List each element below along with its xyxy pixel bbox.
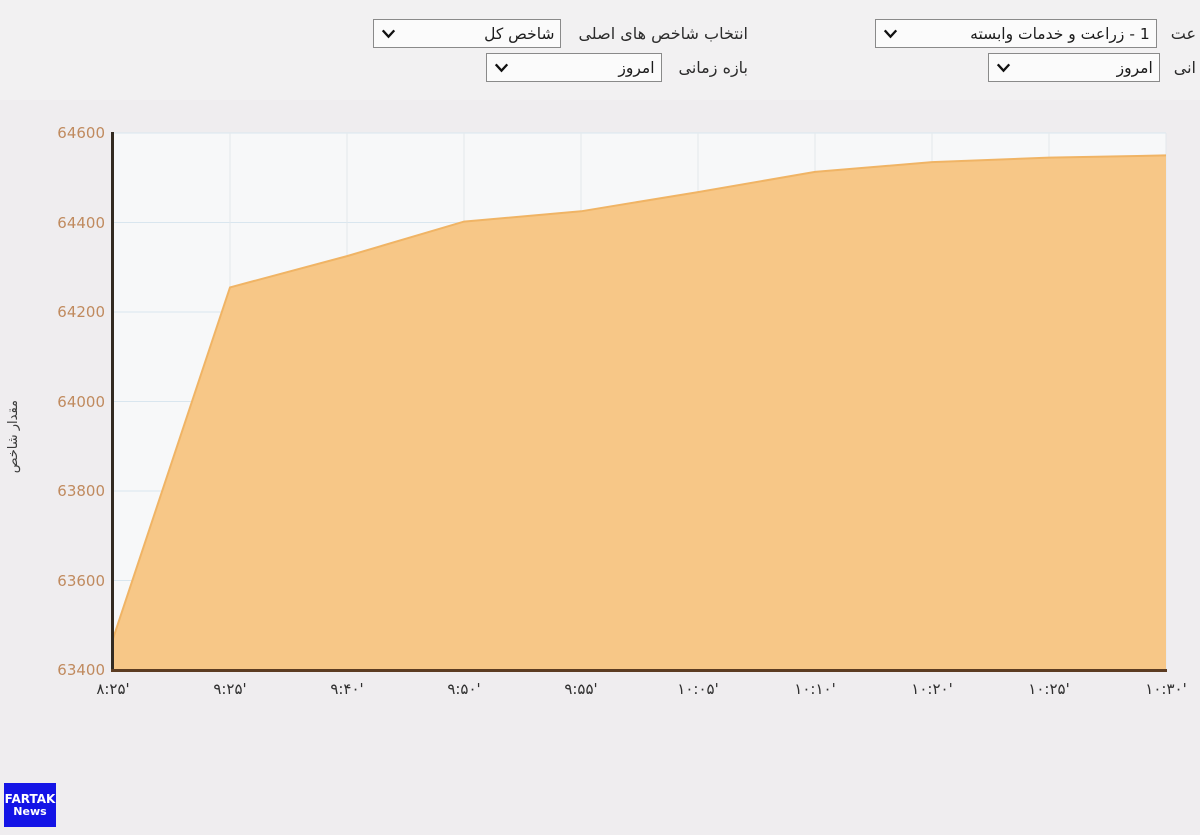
x-axis-line [111, 669, 1167, 672]
y-tick-label: 63600 [57, 571, 105, 590]
x-tick-label: '۱۰:۰۵ [677, 680, 719, 698]
x-axis-ticks: '۸:۲۵ '۹:۲۵ '۹:۴۰ '۹:۵۰ '۹:۵۵ '۱۰:۰۵ '۱۰:۱۰ '۱۰… [0, 680, 1200, 710]
main-index-select[interactable]: شاخص کل [373, 19, 562, 48]
industry-select[interactable]: 1 - زراعت و خدمات وابسته [874, 19, 1157, 48]
industry-filter-row: عت 1 - زراعت و خدمات وابسته [874, 19, 1196, 48]
timerange-select-value: امروز [618, 58, 655, 77]
timerange-row: بازه زمانی امروز [485, 53, 748, 82]
fartak-news-watermark: FARTAK News [4, 783, 56, 827]
industry-timerange-value: امروز [1116, 58, 1153, 77]
timerange-select[interactable]: امروز [485, 53, 662, 82]
x-tick-label: '۹:۴۰ [330, 680, 364, 698]
watermark-line2: News [13, 804, 47, 818]
watermark-line1: FARTAK [4, 791, 56, 806]
x-tick-label: '۹:۲۵ [213, 680, 247, 698]
y-tick-label: 64600 [57, 124, 105, 142]
industry-filter-label: عت [1170, 24, 1196, 43]
y-tick-label: 64000 [57, 392, 105, 411]
main-index-select-value: شاخص کل [484, 24, 555, 43]
controls-bar: عت 1 - زراعت و خدمات وابسته انی امروز ان… [0, 0, 1200, 100]
y-tick-label: 63400 [57, 661, 105, 679]
x-tick-label: '۱۰:۱۰ [794, 680, 836, 698]
x-tick-label: '۱۰:۳۰ [1145, 680, 1187, 698]
timerange-label: بازه زمانی [678, 58, 748, 77]
y-axis-line [111, 132, 114, 672]
x-tick-label: '۹:۵۵ [564, 680, 598, 698]
y-tick-label: 64400 [57, 213, 105, 232]
industry-timerange-label: انی [1173, 58, 1196, 77]
index-area-chart: 63400 63600 63800 64000 64200 64400 64600 '۸:۲… [0, 100, 1200, 835]
area-fill [113, 155, 1166, 670]
x-tick-label: '۱۰:۲۵ [1028, 680, 1070, 698]
industry-timerange-select[interactable]: امروز [987, 53, 1160, 82]
x-tick-label: '۸:۲۵ [96, 680, 130, 698]
chevron-down-icon [381, 26, 396, 41]
chevron-down-icon [996, 60, 1011, 75]
chevron-down-icon [883, 26, 898, 41]
industry-select-value: 1 - زراعت و خدمات وابسته [970, 24, 1150, 43]
industry-timerange-row: انی امروز [987, 53, 1196, 82]
y-axis-title: مقدار شاخص [6, 400, 21, 474]
x-tick-label: '۱۰:۲۰ [911, 680, 953, 698]
page-root: عت 1 - زراعت و خدمات وابسته انی امروز ان… [0, 0, 1200, 835]
main-index-row: انتخاب شاخص های اصلی شاخص کل [373, 19, 748, 48]
chevron-down-icon [494, 60, 509, 75]
x-tick-label: '۹:۵۰ [447, 680, 481, 698]
y-tick-label: 63800 [57, 482, 105, 500]
main-index-label: انتخاب شاخص های اصلی [578, 24, 748, 43]
y-tick-label: 64200 [57, 303, 105, 321]
plot-canvas [112, 132, 1167, 670]
